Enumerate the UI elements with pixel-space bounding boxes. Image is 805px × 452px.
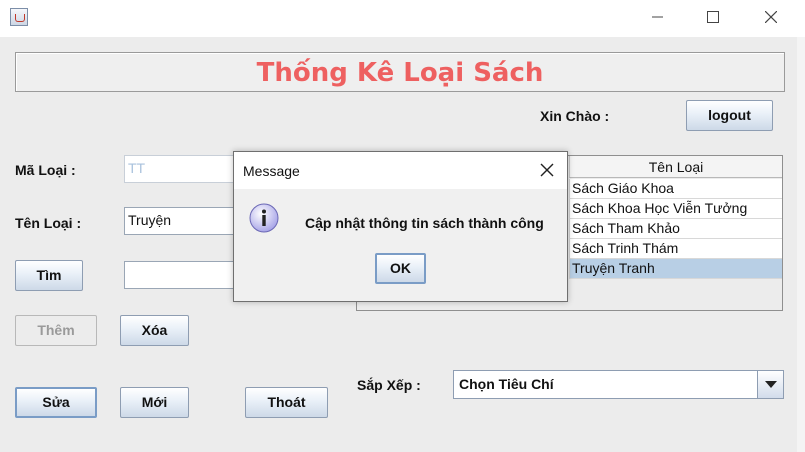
- delete-button[interactable]: Xóa: [120, 315, 189, 346]
- sort-label: Sắp Xếp :: [357, 377, 421, 393]
- java-app-icon: [10, 8, 28, 26]
- dialog-message: Cập nhật thông tin sách thành công: [305, 215, 544, 231]
- table-row[interactable]: Sách Trinh Thám: [569, 239, 782, 259]
- ma-loai-label: Mã Loại :: [15, 162, 76, 178]
- ten-loai-field[interactable]: Truyện: [124, 207, 236, 235]
- edit-button[interactable]: Sửa: [15, 387, 97, 418]
- dialog-title: Message: [243, 163, 300, 179]
- page-title-panel: Thống Kê Loại Sách: [15, 52, 785, 92]
- message-dialog: Message Cập nhật thông tin sách thành cô…: [233, 151, 568, 302]
- search-input[interactable]: [124, 261, 236, 289]
- window-title-bar: [0, 0, 805, 37]
- minimize-icon[interactable]: [635, 0, 681, 34]
- window-edge: [797, 37, 805, 452]
- table-row-selected[interactable]: Truyện Tranh: [569, 259, 782, 279]
- table-header-ten-loai[interactable]: Tên Loại: [569, 156, 782, 178]
- add-button[interactable]: Thêm: [15, 315, 97, 346]
- sort-select[interactable]: Chọn Tiêu Chí: [453, 370, 784, 399]
- new-button[interactable]: Mới: [120, 387, 189, 418]
- ok-button[interactable]: OK: [375, 253, 426, 284]
- ten-loai-label: Tên Loại :: [15, 215, 82, 231]
- maximize-icon[interactable]: [690, 0, 736, 34]
- ma-loai-field[interactable]: TT: [124, 155, 236, 183]
- close-icon[interactable]: [533, 156, 561, 184]
- search-button[interactable]: Tìm: [15, 260, 83, 291]
- chevron-down-icon[interactable]: [757, 371, 783, 398]
- dialog-title-bar: Message: [234, 152, 567, 189]
- sort-selected-value: Chọn Tiêu Chí: [459, 376, 554, 392]
- exit-button[interactable]: Thoát: [245, 387, 328, 418]
- page-title: Thống Kê Loại Sách: [256, 58, 544, 88]
- logout-button[interactable]: logout: [686, 100, 773, 131]
- table-row[interactable]: Sách Tham Khảo: [569, 219, 782, 239]
- greeting-label: Xin Chào :: [540, 108, 610, 124]
- table-row[interactable]: Sách Giáo Khoa: [569, 179, 782, 199]
- info-icon: [248, 202, 280, 234]
- table-row[interactable]: Sách Khoa Học Viễn Tưởng: [569, 199, 782, 219]
- close-icon[interactable]: [748, 0, 794, 34]
